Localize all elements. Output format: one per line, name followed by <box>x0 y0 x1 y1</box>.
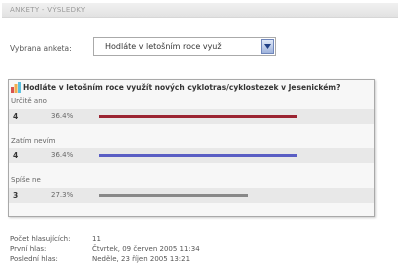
answer-label: Určitě ano <box>11 97 47 105</box>
header-bar: ANKETY - VÝSLEDKY <box>2 3 398 18</box>
poll-question: Hodláte v letošním roce využít nových cy… <box>23 83 341 92</box>
first-vote-label: První hlas: <box>10 245 47 253</box>
answer-row: 4 36.4% <box>9 109 374 124</box>
answer-bar <box>99 194 248 197</box>
answer-percent: 27.3% <box>51 191 74 199</box>
answer-label: Zatím nevím <box>11 137 56 145</box>
answer-bar <box>99 154 297 157</box>
survey-select-value: Hodláte v letošním roce využ <box>105 42 222 51</box>
answer-bar <box>99 115 297 118</box>
poll-results-panel: Hodláte v letošním roce využít nových cy… <box>8 79 375 217</box>
answer-count: 4 <box>13 112 19 121</box>
voters-count-value: 11 <box>92 235 101 243</box>
chevron-down-icon <box>264 44 271 49</box>
survey-select-label: Vybrana anketa: <box>10 44 72 53</box>
answer-row: 3 27.3% <box>9 188 374 203</box>
answer-label: Spíše ne <box>11 176 41 184</box>
answer-count: 4 <box>13 151 19 160</box>
answer-row: 4 36.4% <box>9 148 374 163</box>
bar-chart-icon <box>11 82 21 93</box>
page-title: ANKETY - VÝSLEDKY <box>10 6 86 14</box>
first-vote-value: Čtvrtek, 09 červen 2005 11:34 <box>92 245 200 253</box>
answer-count: 3 <box>13 191 19 200</box>
last-vote-value: Neděle, 23 říjen 2005 13:21 <box>92 255 191 263</box>
dropdown-arrow-button[interactable] <box>261 39 274 54</box>
last-vote-label: Poslední hlas: <box>10 255 58 263</box>
answer-percent: 36.4% <box>51 112 74 120</box>
voters-count-label: Počet hlasujících: <box>10 235 71 243</box>
survey-select[interactable]: Hodláte v letošním roce využ <box>93 37 276 56</box>
answer-percent: 36.4% <box>51 151 74 159</box>
